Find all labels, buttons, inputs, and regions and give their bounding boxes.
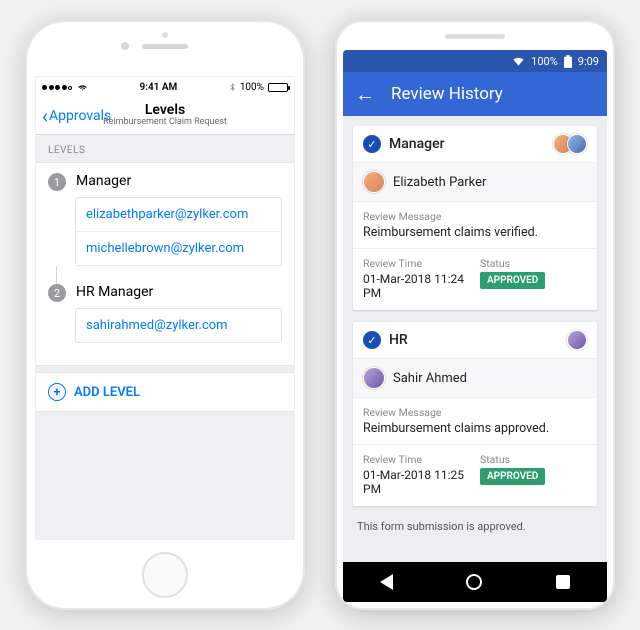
review-message: Reimbursement claims approved. [363, 421, 587, 436]
level-row[interactable]: 1 Manager [48, 173, 282, 191]
review-avatars [567, 330, 587, 350]
review-header[interactable]: ✓ Manager [353, 126, 597, 163]
level-email[interactable]: sahirahmed@zylker.com [76, 309, 281, 342]
avatar [363, 171, 385, 193]
footer-note: This form submission is approved. [353, 518, 597, 541]
iphone-sensor [162, 32, 168, 38]
bluetooth-icon [228, 81, 236, 93]
iphone-camera [121, 42, 129, 50]
back-arrow-icon[interactable]: ← [355, 84, 375, 104]
avatar [363, 367, 385, 389]
android-nav-bar [343, 562, 607, 602]
review-time-status: Review Time 01-Mar-2018 11:24 PM Status … [353, 249, 597, 310]
android-screen: 100% 9:09 ← Review History ✓ Manager [343, 50, 607, 602]
level-number-badge: 1 [48, 173, 66, 191]
android-status-battery-pct: 100% [531, 55, 558, 68]
ios-status-battery-pct: 100% [240, 82, 264, 93]
reviewer-name: Elizabeth Parker [393, 175, 486, 190]
back-button[interactable]: ‹ Approvals [42, 106, 111, 126]
review-message-block: Review Message Reimbursement claims appr… [353, 398, 597, 445]
ios-status-bar: 9:41 AM 100% [36, 77, 294, 97]
review-block: ✓ Manager Elizabeth Parker Review Messag… [353, 126, 597, 310]
status-badge: APPROVED [480, 272, 545, 289]
wifi-icon [512, 56, 525, 67]
review-time-label: Review Time [363, 257, 470, 270]
back-label: Approvals [49, 108, 111, 124]
battery-icon [268, 83, 288, 92]
chevron-left-icon: ‹ [42, 106, 48, 126]
android-status-time: 9:09 [578, 55, 599, 68]
check-circle-icon: ✓ [363, 331, 381, 349]
review-role: HR [389, 332, 408, 348]
android-status-bar: 100% 9:09 [343, 50, 607, 72]
ios-body[interactable]: LEVELS 1 Manager elizabethparker@zylker.… [36, 135, 294, 539]
review-block: ✓ HR Sahir Ahmed Review Message Reimburs… [353, 322, 597, 506]
level-title: HR Manager [76, 284, 153, 300]
battery-icon [564, 55, 572, 68]
level-email[interactable]: elizabethparker@zylker.com [76, 198, 281, 231]
wifi-icon [76, 82, 89, 92]
check-circle-icon: ✓ [363, 135, 381, 153]
home-button[interactable] [142, 552, 188, 598]
android-body[interactable]: ✓ Manager Elizabeth Parker Review Messag… [343, 116, 607, 562]
nav-back-icon[interactable] [380, 574, 393, 590]
level-number-badge: 2 [48, 284, 66, 302]
android-device: 100% 9:09 ← Review History ✓ Manager [335, 20, 615, 610]
appbar-title: Review History [391, 84, 503, 104]
reviewer-row[interactable]: Sahir Ahmed [353, 359, 597, 398]
plus-circle-icon: + [48, 383, 66, 401]
review-time-status: Review Time 01-Mar-2018 11:25 PM Status … [353, 445, 597, 506]
review-time-label: Review Time [363, 453, 470, 466]
ios-nav-bar: ‹ Approvals Levels Reimbursement Claim R… [36, 97, 294, 135]
section-header-levels: LEVELS [36, 135, 294, 162]
level-emails: sahirahmed@zylker.com [75, 308, 282, 343]
review-header[interactable]: ✓ HR [353, 322, 597, 359]
nav-recent-icon[interactable] [556, 575, 570, 589]
iphone-screen: 9:41 AM 100% ‹ Approvals Levels Reimburs… [35, 76, 295, 540]
avatar [567, 134, 587, 154]
reviewer-row[interactable]: Elizabeth Parker [353, 163, 597, 202]
levels-card: 1 Manager elizabethparker@zylker.com mic… [36, 162, 294, 366]
level-row[interactable]: 2 HR Manager [48, 284, 282, 302]
review-status-label: Status [480, 257, 587, 270]
review-message-label: Review Message [363, 406, 587, 419]
review-time: 01-Mar-2018 11:25 PM [363, 468, 470, 496]
level-title: Manager [76, 173, 131, 189]
review-time: 01-Mar-2018 11:24 PM [363, 272, 470, 300]
iphone-device: 9:41 AM 100% ‹ Approvals Levels Reimburs… [25, 20, 305, 610]
review-role: Manager [389, 136, 445, 152]
level-email[interactable]: michellebrown@zylker.com [76, 231, 281, 265]
android-speaker [445, 34, 505, 39]
level-emails: elizabethparker@zylker.com michellebrown… [75, 197, 282, 266]
ios-status-time: 9:41 AM [140, 82, 178, 93]
nav-home-icon[interactable] [466, 574, 482, 590]
review-status-label: Status [480, 453, 587, 466]
avatar [567, 330, 587, 350]
status-badge: APPROVED [480, 468, 545, 485]
reviewer-name: Sahir Ahmed [393, 371, 467, 386]
iphone-speaker [142, 44, 188, 49]
signal-dots-icon [42, 85, 72, 90]
review-message-label: Review Message [363, 210, 587, 223]
review-message-block: Review Message Reimbursement claims veri… [353, 202, 597, 249]
add-level-button[interactable]: + ADD LEVEL [36, 372, 294, 412]
android-app-bar: ← Review History [343, 72, 607, 116]
review-message: Reimbursement claims verified. [363, 225, 587, 240]
add-level-label: ADD LEVEL [74, 385, 140, 400]
review-avatars [553, 134, 587, 154]
